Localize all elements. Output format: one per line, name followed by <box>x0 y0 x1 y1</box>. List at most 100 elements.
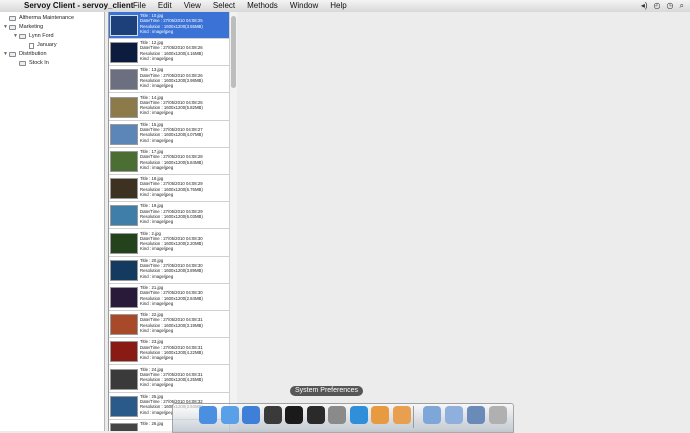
image-metadata: Title : 26.jpg <box>140 421 163 426</box>
menu-window[interactable]: Window <box>290 0 318 12</box>
menu-file[interactable]: File <box>133 0 146 12</box>
quicktime-icon[interactable] <box>349 406 368 424</box>
menu-view[interactable]: View <box>184 0 201 12</box>
menu-list: File Edit View Select Methods Window Hel… <box>133 0 359 12</box>
dashboard-icon[interactable] <box>263 406 282 424</box>
trash-icon[interactable] <box>489 406 507 424</box>
tree-item[interactable]: ▼ Lynn Ford <box>13 32 54 41</box>
documents-folder-icon[interactable] <box>445 406 463 424</box>
image-resolution: Resolution : 1600x1200(4.07MB) <box>140 132 203 138</box>
list-item[interactable]: Title : 18.jpg Date/Time : 27/05/2010 04:… <box>109 175 230 203</box>
tree-item[interactable]: Altherma Maintenance <box>3 14 74 23</box>
list-item[interactable]: Title : 19.jpg Date/Time : 27/05/2010 04:… <box>109 202 230 230</box>
ichat-icon[interactable] <box>242 406 260 424</box>
app-orange-icon[interactable] <box>371 406 389 424</box>
list-item[interactable]: Title : 10.jpg Date/Time : 27/05/2010 04:… <box>109 12 230 39</box>
image-kind: Kind : image/jpeg <box>140 246 174 252</box>
clock-icon[interactable]: ◷ <box>667 0 674 12</box>
menu-select[interactable]: Select <box>213 0 235 12</box>
volume-icon[interactable]: ◂) <box>641 0 648 12</box>
image-kind: Kind : image/jpeg <box>140 164 174 170</box>
scrollbar-thumb[interactable] <box>231 16 236 88</box>
main-panel <box>237 12 690 431</box>
image-thumbnail <box>110 287 138 308</box>
image-kind: Kind : image/jpeg <box>140 355 174 361</box>
tree-item[interactable]: ▼ Marketing <box>3 23 43 32</box>
image-kind: Kind : image/jpeg <box>140 300 174 306</box>
image-date: Date/Time : 27/05/2010 04:08:30 <box>140 290 203 296</box>
app-menu[interactable]: Servoy Client - servoy_client <box>24 0 133 12</box>
image-metadata: Title : 13.jpg Date/Time : 27/05/2010 04:… <box>140 67 203 88</box>
list-item[interactable]: Title : 13.jpg Date/Time : 27/05/2010 04:… <box>109 66 230 94</box>
app-window: Altherma Maintenance ▼ Marketing ▼ Lynn Ford… <box>0 12 690 431</box>
spotlight-icon[interactable]: ⌕ <box>680 0 684 12</box>
image-kind: Kind : image/jpeg <box>140 110 174 116</box>
list-item[interactable]: Title : 21.jpg Date/Time : 27/05/2010 04:… <box>109 284 230 311</box>
tree-item-label: Altherma Maintenance <box>19 15 75 21</box>
image-thumbnail <box>110 341 138 363</box>
image-kind: Kind : image/jpeg <box>140 273 174 279</box>
tree-item-label: Stock In <box>29 60 49 66</box>
image-metadata: Title : 21.jpg Date/Time : 27/05/2010 04:… <box>140 285 203 306</box>
dock <box>172 403 514 433</box>
tree-item-label: Marketing <box>19 24 44 30</box>
tree-item-label: Distribution <box>19 51 47 57</box>
image-kind: Kind : image/jpeg <box>140 83 174 89</box>
system-preferences-icon[interactable] <box>328 406 346 424</box>
list-scrollbar[interactable] <box>229 12 237 431</box>
menu-edit[interactable]: Edit <box>158 0 172 12</box>
folder-icon <box>9 16 16 21</box>
menu-methods[interactable]: Methods <box>247 0 278 12</box>
terminal-icon[interactable] <box>285 406 303 424</box>
activity-monitor-icon[interactable] <box>306 406 325 424</box>
image-kind: Kind : image/jpeg <box>140 56 174 62</box>
image-resolution: Resolution : 1600x1200(3.89MB) <box>140 268 203 274</box>
image-kind: Kind : image/jpeg <box>140 28 174 34</box>
image-kind: Kind : image/jpeg <box>140 137 174 143</box>
image-date: Date/Time : 27/05/2010 04:08:26 <box>140 45 203 51</box>
image-thumbnail <box>110 205 138 227</box>
list-item[interactable]: Title : 2.jpg Date/Time : 27/05/2010 04:0… <box>109 230 230 257</box>
folder-icon <box>9 52 16 57</box>
time-machine-icon[interactable]: ◴ <box>654 0 661 12</box>
image-kind: Kind : image/jpeg <box>140 382 174 388</box>
image-thumbnail <box>110 259 138 281</box>
image-date: Date/Time : 27/05/2010 04:08:29 <box>140 181 203 187</box>
image-thumbnail <box>110 15 138 36</box>
applications-folder-icon[interactable] <box>423 406 441 424</box>
tree-item[interactable]: ▼ Distribution <box>3 50 47 59</box>
tree-item[interactable]: January <box>23 41 57 50</box>
image-kind: Kind : image/jpeg <box>140 219 174 225</box>
image-thumbnail <box>110 123 138 145</box>
preview-icon[interactable] <box>467 406 485 424</box>
app-orange-2-icon[interactable] <box>392 406 411 424</box>
image-thumbnail <box>110 178 138 200</box>
list-item[interactable]: Title : 23.jpg Date/Time : 27/05/2010 04:… <box>109 338 230 366</box>
list-item[interactable]: Title : 22.jpg Date/Time : 27/05/2010 04:… <box>109 311 230 339</box>
list-item[interactable]: Title : 12.jpg Date/Time : 27/05/2010 04:… <box>109 39 230 67</box>
menu-help[interactable]: Help <box>330 0 346 12</box>
tree-item-label: January <box>37 42 57 48</box>
image-kind: Kind : image/jpeg <box>140 192 174 198</box>
image-thumbnail <box>110 423 138 431</box>
list-item[interactable]: Title : 14.jpg Date/Time : 27/05/2010 04:… <box>109 94 230 121</box>
list-item[interactable]: Title : 20.jpg Date/Time : 27/05/2010 04:… <box>109 257 230 284</box>
folder-icon <box>9 25 16 30</box>
image-metadata: Title : 22.jpg Date/Time : 27/05/2010 04:… <box>140 312 203 333</box>
image-thumbnail <box>110 368 138 390</box>
list-item[interactable]: Title : 17.jpg Date/Time : 27/05/2010 04:… <box>109 148 230 175</box>
safari-icon[interactable] <box>220 406 239 424</box>
list-item[interactable]: Title : 15.jpg Date/Time : 27/05/2010 04:… <box>109 121 230 148</box>
image-thumbnail <box>110 96 138 118</box>
image-thumbnail <box>110 69 138 91</box>
image-title: Title : 26.jpg <box>140 421 164 426</box>
image-metadata: Title : 19.jpg Date/Time : 27/05/2010 04:… <box>140 203 203 224</box>
list-item[interactable]: Title : 24.jpg Date/Time : 27/05/2010 04:… <box>109 366 230 393</box>
image-metadata: Title : 14.jpg Date/Time : 27/05/2010 04:… <box>140 95 203 116</box>
finder-icon[interactable] <box>199 406 217 424</box>
image-metadata: Title : 2.jpg Date/Time : 27/05/2010 04:0… <box>140 231 203 252</box>
status-tray: ◂) ◴ ◷ ⌕ <box>641 0 684 12</box>
image-date: Date/Time : 27/05/2010 04:08:28 <box>140 154 203 160</box>
image-kind: Kind : image/jpeg <box>140 328 174 334</box>
tree-item[interactable]: Stock In <box>13 59 49 68</box>
